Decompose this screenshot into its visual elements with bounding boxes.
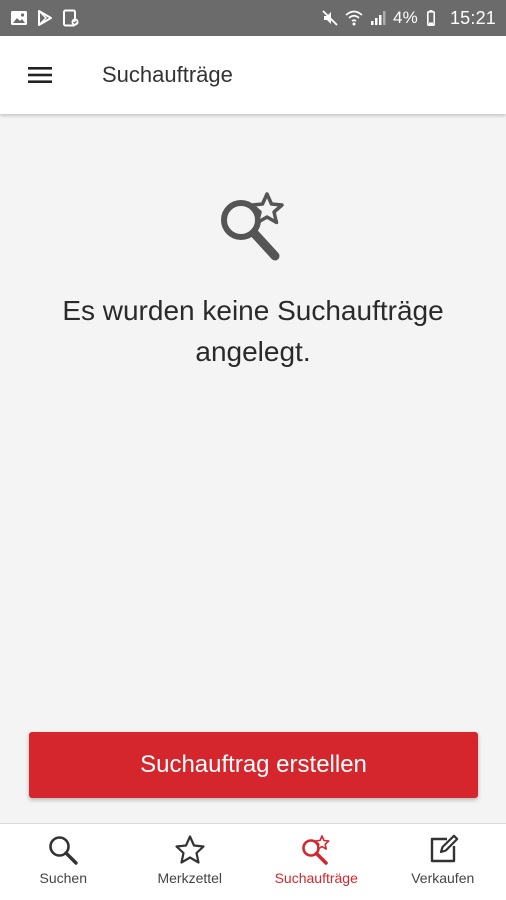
battery-percent: 4% [392,8,418,27]
nav-item-suchen[interactable]: Suchen [0,824,127,900]
bottom-navigation: Suchen Merkzettel Suchaufträge Verkaufen [0,823,506,900]
hamburger-menu-icon [28,67,52,83]
edit-icon [430,834,459,863]
menu-button[interactable] [0,36,80,114]
search-star-icon [221,192,284,261]
nav-label: Merkzettel [157,870,223,886]
status-bar: 4% 15:21 [0,0,506,36]
create-search-order-button[interactable]: Suchauftrag erstellen [29,732,478,798]
device-icon [62,9,80,27]
page-title: Suchaufträge [102,62,233,87]
wifi-icon [345,9,363,27]
app-bar: Suchaufträge [0,36,506,114]
battery-icon [424,9,442,27]
nav-label: Suchen [39,870,87,886]
nav-item-suchauftraege[interactable]: Suchaufträge [253,824,380,900]
nav-item-merkzettel[interactable]: Merkzettel [127,824,254,900]
search-icon [49,836,78,865]
nav-label: Verkaufen [411,870,475,886]
nav-item-verkaufen[interactable]: Verkaufen [380,824,506,900]
play-store-icon [36,9,54,27]
image-icon [10,9,28,27]
screen: 4% 15:21 Suchaufträge Es wurden keine Su… [0,0,506,900]
nav-label: Suchaufträge [274,870,358,886]
clock: 15:21 [449,7,496,28]
mute-icon [321,9,339,27]
empty-state-message: Es wurden keine Suchaufträge angelegt. [62,295,444,367]
signal-icon [369,9,387,27]
empty-state: Es wurden keine Suchaufträge angelegt. [0,186,506,372]
star-icon [175,835,205,864]
status-bar-right: 4% 15:21 [321,8,496,29]
search-star-icon [302,835,330,865]
status-bar-left [10,9,80,27]
